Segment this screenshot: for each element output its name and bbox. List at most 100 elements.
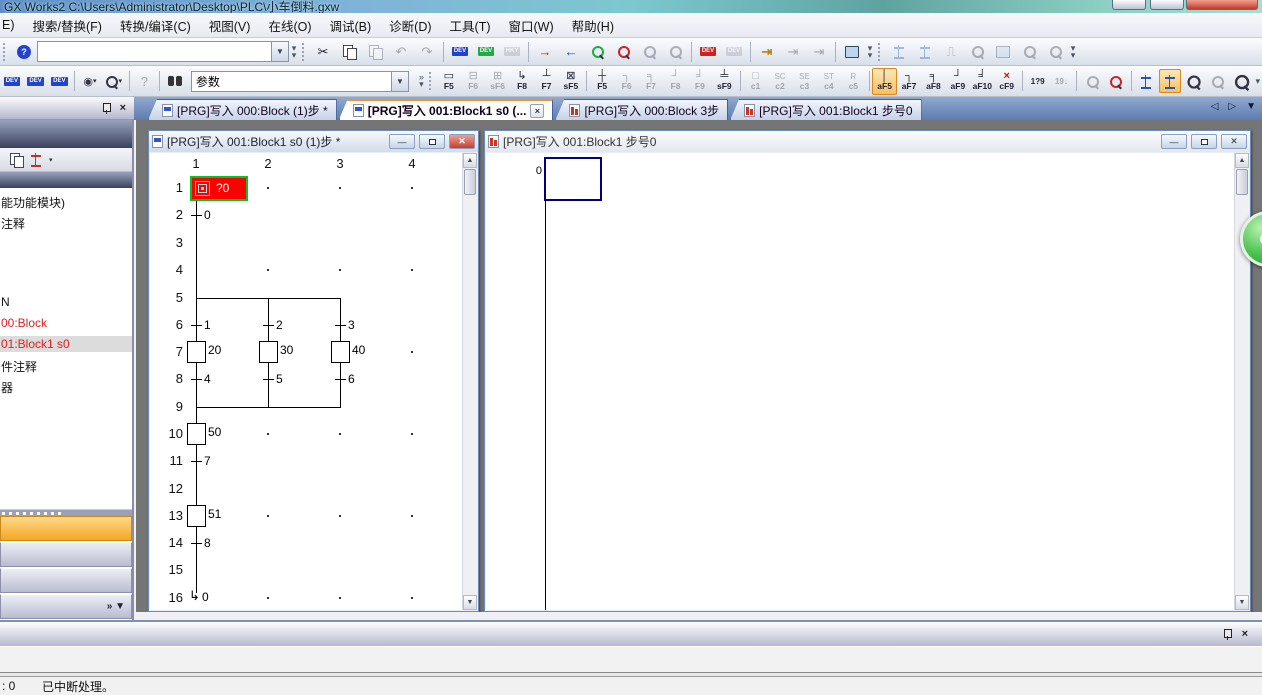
sfc-vertical-line-button[interactable]: ┼F5 [590,68,614,95]
sfc-draw-simultaneous-convergence-button[interactable]: ╛aF10 [970,68,994,95]
sfc-transition[interactable] [335,325,346,326]
sfc-transition[interactable] [191,325,202,326]
close-icon[interactable]: × [120,103,126,114]
sfc-step-50[interactable] [187,423,206,445]
monitor-write-mode-button[interactable] [637,40,661,64]
ladder-window-titlebar[interactable]: [PRG]写入 001:Block1 步号0 — ✕ [485,131,1250,152]
tab-block1-step0[interactable]: [PRG]写入 001:Block1 步号0 [730,99,921,120]
menu-item-diagnostics[interactable]: 诊断(D) [380,13,440,38]
sfc-vertical-scrollbar[interactable]: ▲ ▼ [462,153,477,610]
ladder-edit-cursor[interactable] [544,157,602,201]
sfc-dummy-step-button[interactable]: ⊟F6 [461,68,485,95]
ladder-canvas[interactable]: 0 ▲ ▼ [486,153,1249,610]
tree-item-comment[interactable]: 注释 [0,214,29,233]
close-icon[interactable]: × [1242,629,1248,640]
toolbar-overflow-icon[interactable]: ▾▾ [1068,45,1078,59]
menu-item-view[interactable]: 视图(V) [200,13,260,38]
close-button[interactable] [1186,0,1258,10]
sfc-canvas[interactable]: 1 2 3 4 1 2 3 4 5 6 7 8 9 10 [150,153,477,610]
toolbar-grip[interactable] [3,43,8,61]
scroll-down-icon[interactable]: ▼ [1235,595,1249,610]
tab-block0-ladder[interactable]: [PRG]写入 000:Block 3步 [555,99,728,120]
scroll-down-icon[interactable]: ▼ [463,595,477,610]
combo-dropdown-icon[interactable]: ▼ [271,42,288,61]
hot-key-button[interactable]: HKY [500,40,524,64]
scroll-up-icon[interactable]: ▲ [463,153,477,168]
device-display-mode-button[interactable]: ◉▾ [79,69,101,93]
monitor-stop-button[interactable] [611,40,635,64]
sfc-end-step-button[interactable]: ⊠sF5 [559,68,583,95]
pin-icon[interactable] [1223,629,1232,640]
sfc-transition[interactable] [263,325,274,326]
sfc-transition[interactable] [191,461,202,462]
menu-item-online[interactable]: 在线(O) [259,13,320,38]
tree-item-main[interactable]: N [0,294,14,310]
tree-item-block0[interactable]: 00:Block [0,315,51,331]
sfc-zoom-display-button[interactable] [1159,69,1181,93]
tree-item-intelligent-function-module[interactable]: 能功能模块) [0,193,69,212]
menu-item-window[interactable]: 窗口(W) [500,13,563,38]
device-batch-button[interactable]: DEV [448,40,472,64]
paste-button[interactable] [363,40,387,64]
project-icon[interactable] [10,153,23,166]
sfc-step-51[interactable] [187,505,206,527]
step-number-sort-button[interactable]: 1?9 [1027,69,1049,93]
sfc-draw-line-button[interactable]: │aF5 [872,68,896,95]
write-to-plc-button[interactable]: → [533,40,557,64]
tab-scroll-right-icon[interactable]: ▷ [1228,101,1236,112]
local-device2-button[interactable] [1043,40,1067,64]
pane-button-connection[interactable] [0,568,132,593]
sfc-window-titlebar[interactable]: [PRG]写入 001:Block1 s0 (1)步 * — ✕ [149,131,478,152]
tab-close-icon[interactable]: × [530,104,544,118]
toolbar-overflow-icon[interactable]: ▾▾ [289,45,299,59]
find-button[interactable] [164,69,186,93]
toolbar-overflow-icon[interactable]: ▾ [1253,78,1262,85]
sfc-selection-convergence-button[interactable]: ┘F8 [663,68,687,95]
sfc-selection-divergence-button[interactable]: ┐F6 [614,68,638,95]
program-display-button[interactable] [1183,69,1205,93]
device-tree-button[interactable]: DEV [48,69,70,93]
pane-button-more[interactable]: » ▼ [0,594,132,619]
monitor-read-mode-button[interactable] [663,40,687,64]
tab-block1-sfc-active[interactable]: [PRG]写入 001:Block1 s0 (... × [339,99,554,120]
window-restore-icon[interactable] [1191,134,1217,149]
pin-icon[interactable] [102,103,111,114]
undo-button[interactable]: ↶ [389,40,413,64]
local-device-button[interactable] [1017,40,1041,64]
search-combo[interactable]: ▼ [37,41,289,62]
tab-list-dropdown-icon[interactable]: ▼ [1246,101,1256,112]
statement-insert-button[interactable]: ⇥ [755,40,779,64]
cut-button[interactable]: ✂ [311,40,335,64]
menu-item-help[interactable]: 帮助(H) [563,13,623,38]
menu-item-edit-partial[interactable]: E) [0,15,24,35]
dropdown-arrow-icon[interactable]: ▾ [93,77,97,85]
sfc-vertical-line-2-button[interactable]: ╧sF9 [712,68,736,95]
sfc-block-step-button[interactable]: ⊞sF6 [485,68,509,95]
zoom-button[interactable] [1230,69,1252,93]
device-monitor-button[interactable]: DEV [474,40,498,64]
menu-item-search-replace[interactable]: 搜索/替换(F) [24,13,111,38]
help-button[interactable]: ? [12,40,36,64]
scroll-up-icon[interactable]: ▲ [1235,153,1249,168]
dropdown-arrow-icon[interactable]: ▾ [49,156,53,164]
sfc-transition[interactable] [335,379,346,380]
pane-button-project-active[interactable] [0,516,132,541]
combo-dropdown-icon[interactable]: ▼ [391,72,408,91]
sfc-simultaneous-convergence-button[interactable]: ╛F9 [688,68,712,95]
chevron-right-icon[interactable]: » [107,601,113,612]
scrollbar-thumb[interactable] [1236,169,1248,195]
title-bar[interactable]: GX Works2 C:\Users\Administrator\Desktop… [0,0,1262,13]
pane-button-user-library[interactable] [0,542,132,567]
device-display-cancel-button[interactable]: DEV [722,40,746,64]
tab-block0-sfc[interactable]: [PRG]写入 000:Block (1)步 * [148,99,337,120]
sfc-step-40[interactable] [331,341,350,363]
sfc-se-button[interactable]: SEc3 [792,68,816,95]
window-restore-icon[interactable] [419,134,445,149]
block-search-button[interactable] [1105,69,1127,93]
sfc-comment-c1-button[interactable]: □c1 [743,68,767,95]
sfc-jump-button[interactable]: ↳F8 [510,68,534,95]
sfc-step-30[interactable] [259,341,278,363]
pulse-button[interactable]: ⎍ [939,40,963,64]
window-select-combo[interactable]: 参数 ▼ [191,71,409,92]
sfc-draw-divergence-button[interactable]: ┐aF7 [897,68,921,95]
